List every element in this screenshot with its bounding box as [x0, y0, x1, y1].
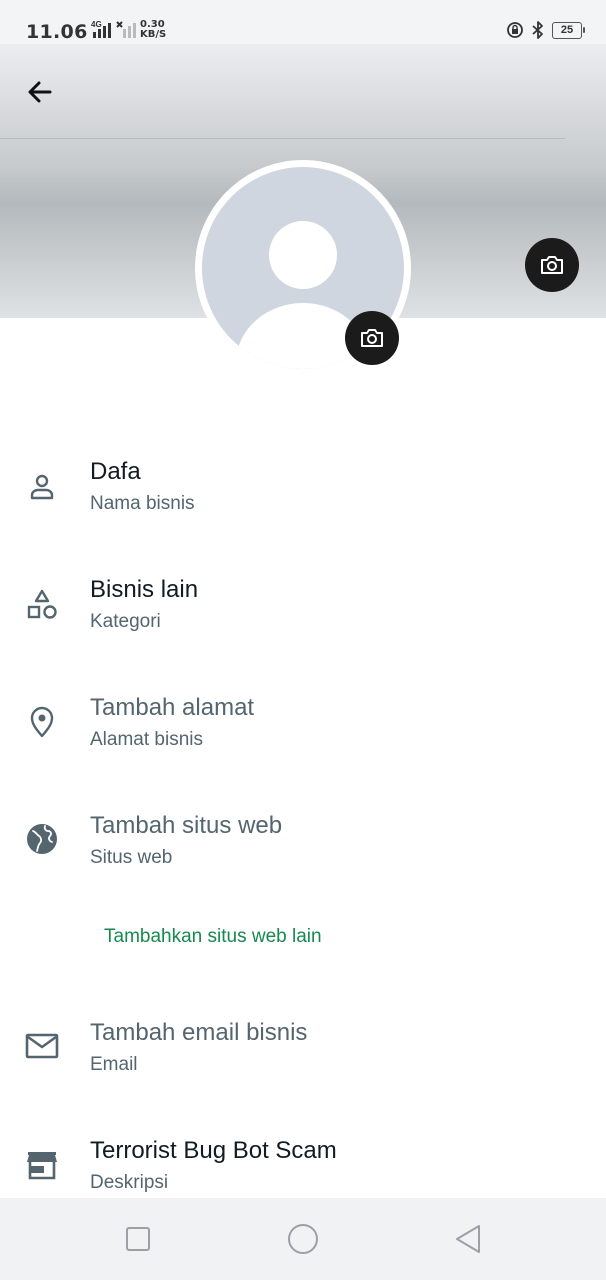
storefront-icon: [22, 1145, 62, 1185]
shapes-icon: [22, 585, 62, 625]
recents-button[interactable]: [114, 1216, 162, 1262]
home-button[interactable]: [279, 1216, 327, 1262]
data-speed: 0.30 KB/S: [140, 20, 166, 40]
edit-cover-button[interactable]: [525, 238, 579, 292]
edit-avatar-button[interactable]: [345, 311, 399, 365]
battery-icon: 25: [552, 21, 585, 39]
back-button[interactable]: [18, 70, 62, 114]
email-value: Tambah email bisnis: [90, 1019, 308, 1046]
back-nav-button[interactable]: [444, 1216, 492, 1262]
email-row[interactable]: Tambah email bisnis Email: [0, 1001, 606, 1111]
alarm-icon: [507, 22, 523, 38]
recents-square-icon: [126, 1227, 150, 1251]
business-name-row[interactable]: Dafa Nama bisnis: [0, 440, 606, 550]
category-label: Kategori: [90, 611, 161, 632]
location-pin-icon: [22, 702, 62, 742]
address-row[interactable]: Tambah alamat Alamat bisnis: [0, 676, 606, 786]
email-label: Email: [90, 1054, 138, 1075]
status-time: 11.06: [26, 21, 88, 43]
no-signal-icon: [116, 21, 136, 38]
system-nav-bar: [0, 1198, 606, 1280]
category-value: Bisnis lain: [90, 576, 199, 603]
camera-icon: [541, 256, 563, 274]
arrow-left-icon: [28, 81, 52, 103]
address-value: Tambah alamat: [90, 694, 255, 721]
add-another-website-link[interactable]: Tambahkan situs web lain: [104, 926, 322, 948]
camera-icon: [361, 329, 383, 347]
battery-level: 25: [560, 23, 574, 36]
description-label: Deskripsi: [90, 1172, 169, 1193]
avatar-head-shape: [269, 221, 337, 289]
description-row[interactable]: Terrorist Bug Bot Scam Deskripsi: [0, 1119, 606, 1198]
person-icon: [22, 467, 62, 507]
business-name-value: Dafa: [90, 458, 141, 485]
home-circle-icon: [288, 1224, 318, 1254]
business-name-label: Nama bisnis: [90, 493, 195, 514]
website-label: Situs web: [90, 847, 173, 868]
globe-icon: [22, 819, 62, 859]
mail-icon: [22, 1026, 62, 1066]
address-label: Alamat bisnis: [90, 729, 203, 750]
status-bar: 11.06 4G 0.30 KB/S 25: [0, 0, 606, 44]
network-type-label: 4G: [91, 20, 102, 29]
website-row[interactable]: Tambah situs web Situs web: [0, 794, 606, 904]
bluetooth-icon: [532, 21, 543, 39]
data-speed-unit: KB/S: [140, 29, 167, 40]
category-row[interactable]: Bisnis lain Kategori: [0, 558, 606, 668]
description-value: Terrorist Bug Bot Scam: [90, 1137, 337, 1164]
status-right-icons: 25: [506, 21, 585, 39]
website-value: Tambah situs web: [90, 812, 283, 839]
toolbar-divider: [0, 138, 565, 139]
back-triangle-icon: [456, 1225, 480, 1253]
